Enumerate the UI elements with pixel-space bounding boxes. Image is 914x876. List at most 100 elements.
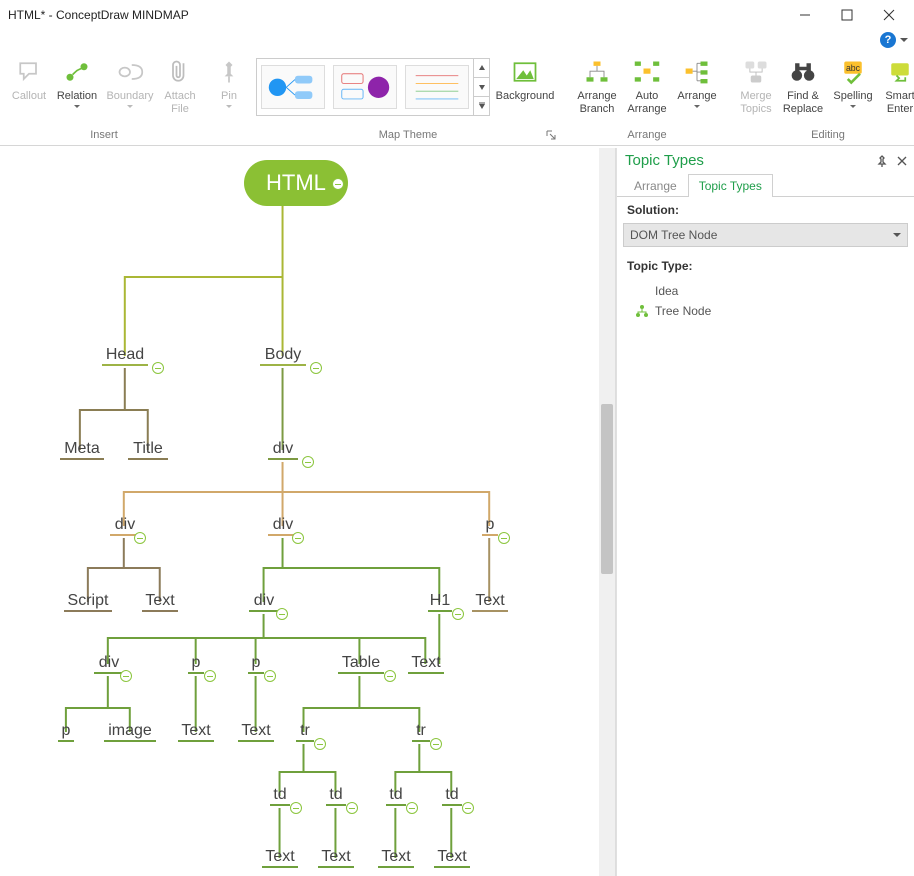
spin-up-icon[interactable]	[474, 59, 489, 78]
relation-button[interactable]: Relation	[52, 52, 102, 108]
theme-gallery-spinner[interactable]	[473, 59, 489, 115]
minimize-button[interactable]	[784, 1, 826, 29]
node-tr-2[interactable]: tr	[412, 722, 430, 742]
toggle-tr-1[interactable]	[314, 738, 326, 750]
arrange-branch-button[interactable]: Arrange Branch	[572, 52, 622, 115]
node-text-5a[interactable]: Text	[142, 592, 178, 612]
node-text-7b[interactable]: Text	[238, 722, 274, 742]
help-icon[interactable]: ?	[880, 32, 896, 48]
node-p-6a[interactable]: p	[188, 654, 204, 674]
toggle-td-3[interactable]	[406, 802, 418, 814]
theme-gallery[interactable]	[256, 58, 490, 116]
toggle-div-4a[interactable]	[134, 532, 146, 544]
background-button[interactable]: Background	[490, 52, 560, 103]
node-meta-label: Meta	[64, 440, 100, 457]
toggle-div-5[interactable]	[276, 608, 288, 620]
theme-launcher[interactable]	[546, 130, 558, 142]
merge-topics-button[interactable]: Merge Topics	[734, 52, 778, 115]
toggle-td-2[interactable]	[346, 802, 358, 814]
auto-arrange-button[interactable]: Auto Arrange	[622, 52, 672, 115]
toggle-div-6[interactable]	[120, 670, 132, 682]
tab-topic-types[interactable]: Topic Types	[688, 174, 773, 197]
canvas[interactable]: HTML Head Body Meta Title div div div p …	[0, 148, 615, 876]
spelling-button[interactable]: abc Spelling	[828, 52, 878, 108]
spin-down-icon[interactable]	[474, 78, 489, 97]
toggle-div-4b[interactable]	[292, 532, 304, 544]
node-script[interactable]: Script	[64, 592, 112, 612]
node-td-3-label: td	[389, 786, 402, 803]
theme-thumb-3[interactable]	[405, 65, 469, 109]
node-text-6[interactable]: Text	[408, 654, 444, 674]
tab-arrange[interactable]: Arrange	[623, 174, 688, 197]
node-h1-label: H1	[430, 592, 450, 609]
toggle-p-6b[interactable]	[264, 670, 276, 682]
toggle-head[interactable]	[152, 362, 164, 374]
solution-dropdown[interactable]: DOM Tree Node	[623, 223, 908, 247]
panel-pin-icon[interactable]	[874, 153, 890, 169]
relation-label: Relation	[57, 90, 97, 103]
node-meta[interactable]: Meta	[60, 440, 104, 460]
panel-close-icon[interactable]	[894, 153, 910, 169]
node-head[interactable]: Head	[102, 346, 148, 366]
node-image[interactable]: image	[104, 722, 156, 742]
node-text-5b[interactable]: Text	[472, 592, 508, 612]
theme-thumb-1[interactable]	[261, 65, 325, 109]
spin-expand-icon[interactable]	[474, 97, 489, 115]
toggle-td-4[interactable]	[462, 802, 474, 814]
callout-icon	[13, 56, 45, 88]
maximize-button[interactable]	[826, 1, 868, 29]
type-item-treenode[interactable]: Tree Node	[617, 301, 914, 321]
titlebar: HTML* - ConceptDraw MINDMAP	[0, 0, 914, 30]
theme-thumb-2[interactable]	[333, 65, 397, 109]
toggle-h1[interactable]	[452, 608, 464, 620]
toggle-div-1[interactable]	[302, 456, 314, 468]
node-td-2[interactable]: td	[326, 786, 346, 806]
callout-button[interactable]: Callout	[6, 52, 52, 103]
smart-enter-button[interactable]: Smart Enter	[878, 52, 914, 115]
arrange-button[interactable]: Arrange	[672, 52, 722, 108]
toggle-p-4[interactable]	[498, 532, 510, 544]
toggle-p-6a[interactable]	[204, 670, 216, 682]
node-td-3[interactable]: td	[386, 786, 406, 806]
node-div-5[interactable]: div	[249, 592, 279, 612]
arrange-label: Arrange	[677, 90, 716, 103]
close-button[interactable]	[868, 1, 910, 29]
node-td-4[interactable]: td	[442, 786, 462, 806]
attach-button[interactable]: Attach File	[158, 52, 202, 115]
help-dropdown-icon[interactable]	[900, 38, 908, 42]
node-p-6b[interactable]: p	[248, 654, 264, 674]
find-replace-button[interactable]: Find & Replace	[778, 52, 828, 115]
node-text-td3[interactable]: Text	[378, 848, 414, 868]
node-text-td4[interactable]: Text	[434, 848, 470, 868]
toggle-table[interactable]	[384, 670, 396, 682]
node-title[interactable]: Title	[128, 440, 168, 460]
boundary-button[interactable]: Boundary	[102, 52, 158, 108]
group-arrange: Arrange Branch Auto Arrange Arrange Arra…	[566, 52, 728, 145]
node-text-td2[interactable]: Text	[318, 848, 354, 868]
toggle-body[interactable]	[310, 362, 322, 374]
toggle-tr-2[interactable]	[430, 738, 442, 750]
node-div-6[interactable]: div	[94, 654, 124, 674]
node-p-7[interactable]: p	[58, 722, 74, 742]
tree-edges	[0, 148, 615, 876]
node-text-td1[interactable]: Text	[262, 848, 298, 868]
scrollbar-thumb[interactable]	[601, 404, 613, 574]
node-h1[interactable]: H1	[428, 592, 452, 612]
toggle-td-1[interactable]	[290, 802, 302, 814]
boundary-label: Boundary	[106, 90, 153, 103]
window-title: HTML* - ConceptDraw MINDMAP	[8, 8, 189, 22]
node-td-1[interactable]: td	[270, 786, 290, 806]
background-label: Background	[496, 90, 555, 103]
pin-button[interactable]: Pin	[210, 52, 248, 108]
workspace: HTML Head Body Meta Title div div div p …	[0, 148, 914, 876]
node-text-7a[interactable]: Text	[178, 722, 214, 742]
node-p-4[interactable]: p	[482, 516, 498, 536]
toggle-root[interactable]	[332, 178, 344, 190]
node-div-1[interactable]: div	[268, 440, 298, 460]
node-body[interactable]: Body	[260, 346, 306, 366]
node-tr-1[interactable]: tr	[296, 722, 314, 742]
node-table[interactable]: Table	[338, 654, 384, 674]
spellcheck-icon: abc	[837, 56, 869, 88]
type-item-idea[interactable]: Idea	[617, 281, 914, 301]
vertical-scrollbar[interactable]	[599, 148, 615, 876]
